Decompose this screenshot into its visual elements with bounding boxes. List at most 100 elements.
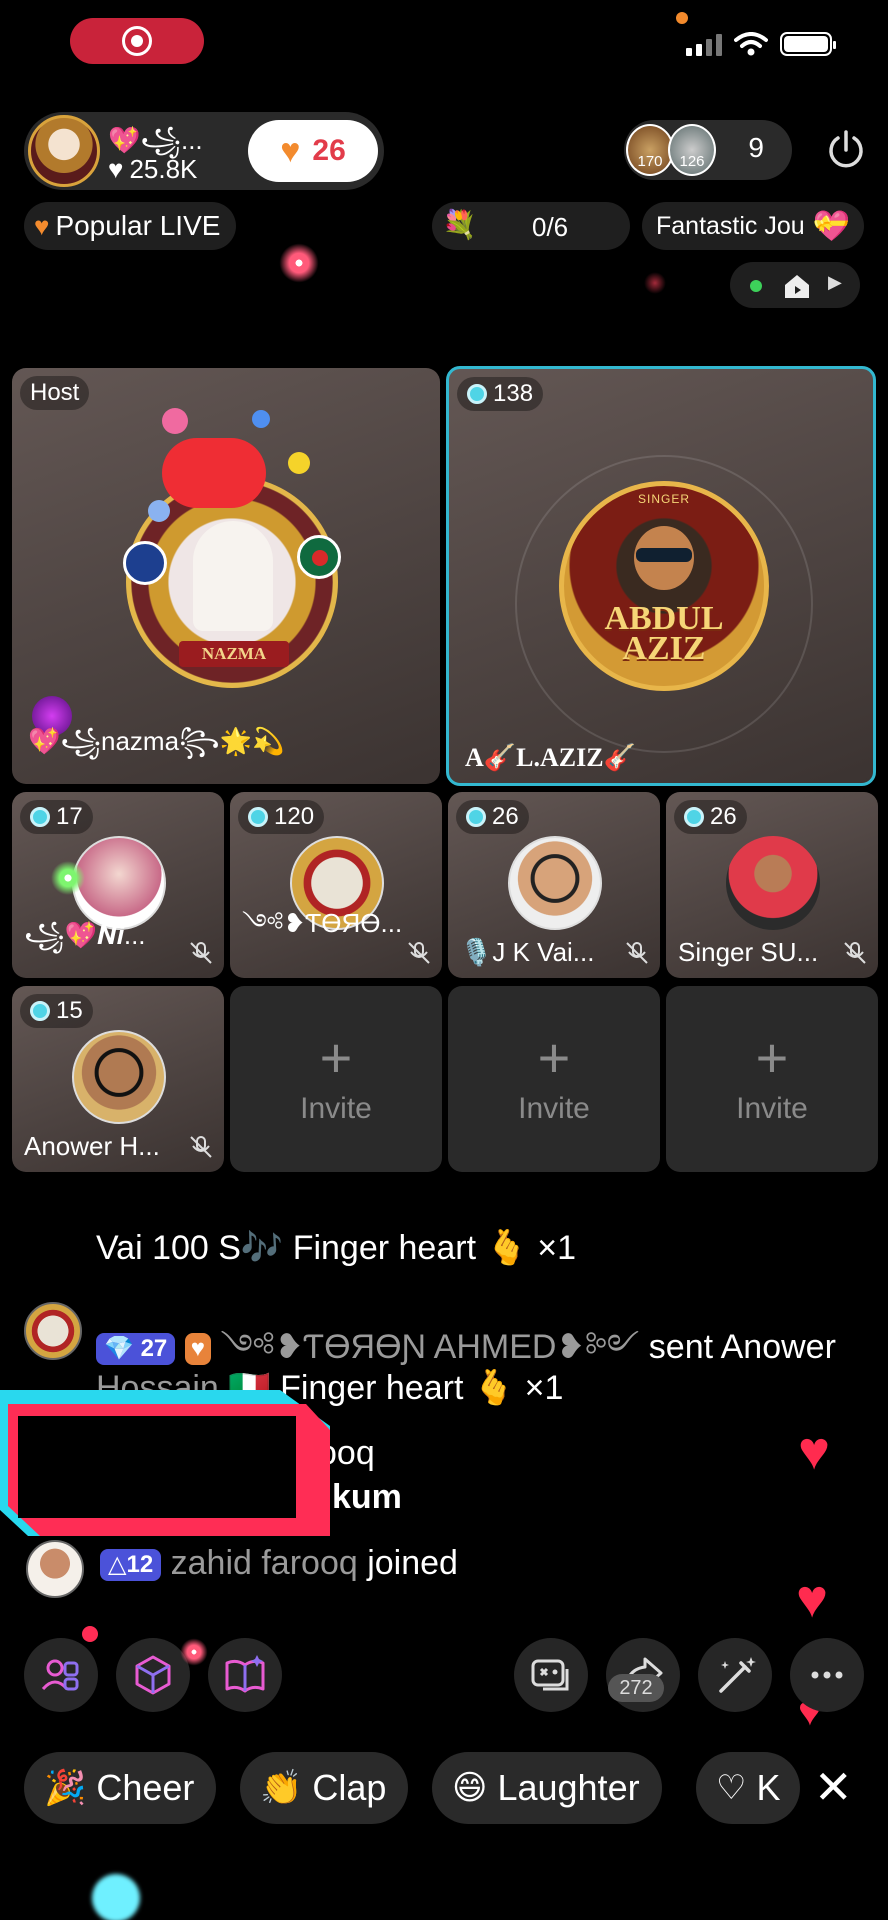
invite-slot[interactable]: + Invite (448, 986, 660, 1172)
mic-off-icon (844, 942, 866, 964)
mic-off-icon (408, 942, 430, 964)
popular-live-label: Popular LIVE (55, 210, 221, 241)
guest-score-tag: 120 (238, 800, 325, 834)
reaction-label: Cheer (96, 1767, 195, 1808)
laugh-icon: 😄 (452, 1769, 488, 1807)
censor-overlay (0, 1390, 330, 1536)
share-count: 272 (608, 1674, 664, 1702)
guest-score-tag: 138 (457, 377, 544, 411)
sparkle-effect (276, 240, 322, 286)
screen-record-indicator[interactable] (70, 18, 204, 64)
gem-icon (467, 384, 487, 404)
mic-off-icon (190, 942, 212, 964)
orange-heart-icon: ♥ (280, 131, 301, 170)
gem-icon (248, 807, 268, 827)
guest-score: 26 (492, 803, 519, 830)
guest-name: ꧁💖𝑵𝒊... (24, 920, 146, 950)
game-card-icon (531, 1659, 569, 1691)
guest-tile[interactable]: 15 Anower H... (12, 986, 224, 1172)
reaction-clap[interactable]: 👏 Clap (240, 1752, 409, 1824)
sparkle-effect (48, 858, 88, 898)
notification-dot (82, 1626, 98, 1642)
battery-icon (780, 32, 836, 56)
guest-tile[interactable]: 26 Singer SU... (666, 792, 878, 978)
guest-score-tag: 15 (20, 994, 93, 1028)
guest-score-tag: 17 (20, 800, 93, 834)
guest-tile[interactable]: 120 ༺❥ƬӨЯӨ... (230, 792, 442, 978)
chat-action: joined (367, 1544, 458, 1582)
gem-icon (30, 807, 50, 827)
story-button[interactable] (208, 1638, 282, 1712)
level-value: 27 (140, 1335, 168, 1363)
mic-off-icon (190, 1136, 212, 1158)
host-info-card[interactable]: 💖꧁... ♥ 25.8K ♥ 26 (24, 112, 384, 190)
chat-username[interactable]: zahid farooq (171, 1544, 358, 1582)
reaction-label: K (756, 1767, 781, 1808)
host-avatar[interactable] (28, 115, 100, 187)
interaction-button[interactable] (514, 1638, 588, 1712)
host-tag: Host (20, 376, 90, 410)
chat-avatar[interactable] (24, 1302, 82, 1360)
record-icon (122, 26, 152, 56)
guest-tile[interactable]: 26 🎙️J K Vai... (448, 792, 660, 978)
magic-button[interactable] (698, 1638, 772, 1712)
invite-label: Invite (300, 1092, 372, 1125)
cube-icon (135, 1655, 171, 1695)
sunglasses (636, 548, 692, 562)
bouquet-icon: 💐 (442, 209, 477, 240)
power-icon[interactable] (824, 128, 868, 172)
party-popper-icon: 🎉 (44, 1769, 87, 1807)
plus-icon: + (755, 1026, 789, 1089)
invite-label: Invite (736, 1092, 808, 1125)
reaction-label: Laughter (497, 1767, 640, 1808)
chat-username[interactable]: ༺❥ƬӨЯӨƝ AHMED❥༻ (220, 1328, 639, 1366)
popular-live-pill[interactable]: ♥ Popular LIVE (24, 202, 237, 250)
chat-avatar[interactable] (26, 1540, 84, 1598)
reaction-cheer[interactable]: 🎉 Cheer (24, 1752, 217, 1824)
invite-slot[interactable]: + Invite (666, 986, 878, 1172)
level-badge: △12 (100, 1549, 162, 1582)
floating-heart-icon: ♥ (796, 1569, 829, 1629)
online-dot (750, 280, 762, 292)
journey-pill[interactable]: Fantastic Jou 💝 (642, 202, 864, 250)
book-sparkle-icon (225, 1655, 265, 1693)
gift-heart-icon: 💝 (812, 209, 851, 243)
guest-tile-abdul-aziz[interactable]: 138 SINGER ABDUL AZIZ A🎸L.AZIZ🎸 (446, 366, 876, 786)
level-badge: 💎 27 (96, 1333, 176, 1366)
follow-button[interactable]: ♥ 26 (248, 120, 378, 182)
follow-count: 26 (312, 134, 346, 167)
people-icon (41, 1659, 79, 1691)
guest-tile[interactable]: 17 ꧁💖𝑵𝒊... (12, 792, 224, 978)
guest-name: Anower H... (24, 1131, 160, 1161)
viewer-avatar[interactable]: 126 (668, 124, 716, 176)
plus-icon: + (537, 1026, 571, 1089)
host-tag-label: Host (30, 379, 80, 406)
fan-badge: ♥ (184, 1333, 211, 1366)
guest-score: 138 (493, 380, 534, 407)
gem-icon (684, 807, 704, 827)
host-tile[interactable]: Host NAZMA 💖꧁nazma꧂🌟💫 (12, 368, 440, 784)
guest-score-tag: 26 (674, 800, 747, 834)
guest-avatar-frame: SINGER ABDUL AZIZ (559, 481, 769, 691)
close-reactions-icon[interactable]: ✕ (814, 1764, 853, 1810)
guest-name: ༺❥ƬӨЯӨ... (242, 908, 402, 938)
chat-action: sent Anower (648, 1328, 836, 1366)
gift-goal-pill[interactable]: 💐 0/6 (432, 202, 630, 250)
reaction-laughter[interactable]: 😄 Laughter (432, 1752, 662, 1824)
live-control-pill[interactable]: ▶ (730, 262, 860, 308)
reaction-more[interactable]: ♡ K (696, 1752, 800, 1824)
invite-slot[interactable]: + Invite (230, 986, 442, 1172)
viewer-count: 9 (748, 132, 764, 163)
paint-dot (252, 410, 270, 428)
viewer-level: 126 (679, 153, 705, 170)
plus-icon: + (319, 1026, 353, 1089)
mic-in-use-dot (676, 12, 688, 24)
paint-dot (288, 452, 310, 474)
gift-goal-progress: 0/6 (532, 212, 569, 242)
viewer-avatar[interactable]: 170 (626, 124, 674, 176)
members-button[interactable] (24, 1638, 98, 1712)
viewer-list[interactable]: 170 126 9 (624, 120, 792, 180)
more-button[interactable] (790, 1638, 864, 1712)
glow-effect (92, 1874, 140, 1920)
sparkle-effect (644, 272, 666, 294)
